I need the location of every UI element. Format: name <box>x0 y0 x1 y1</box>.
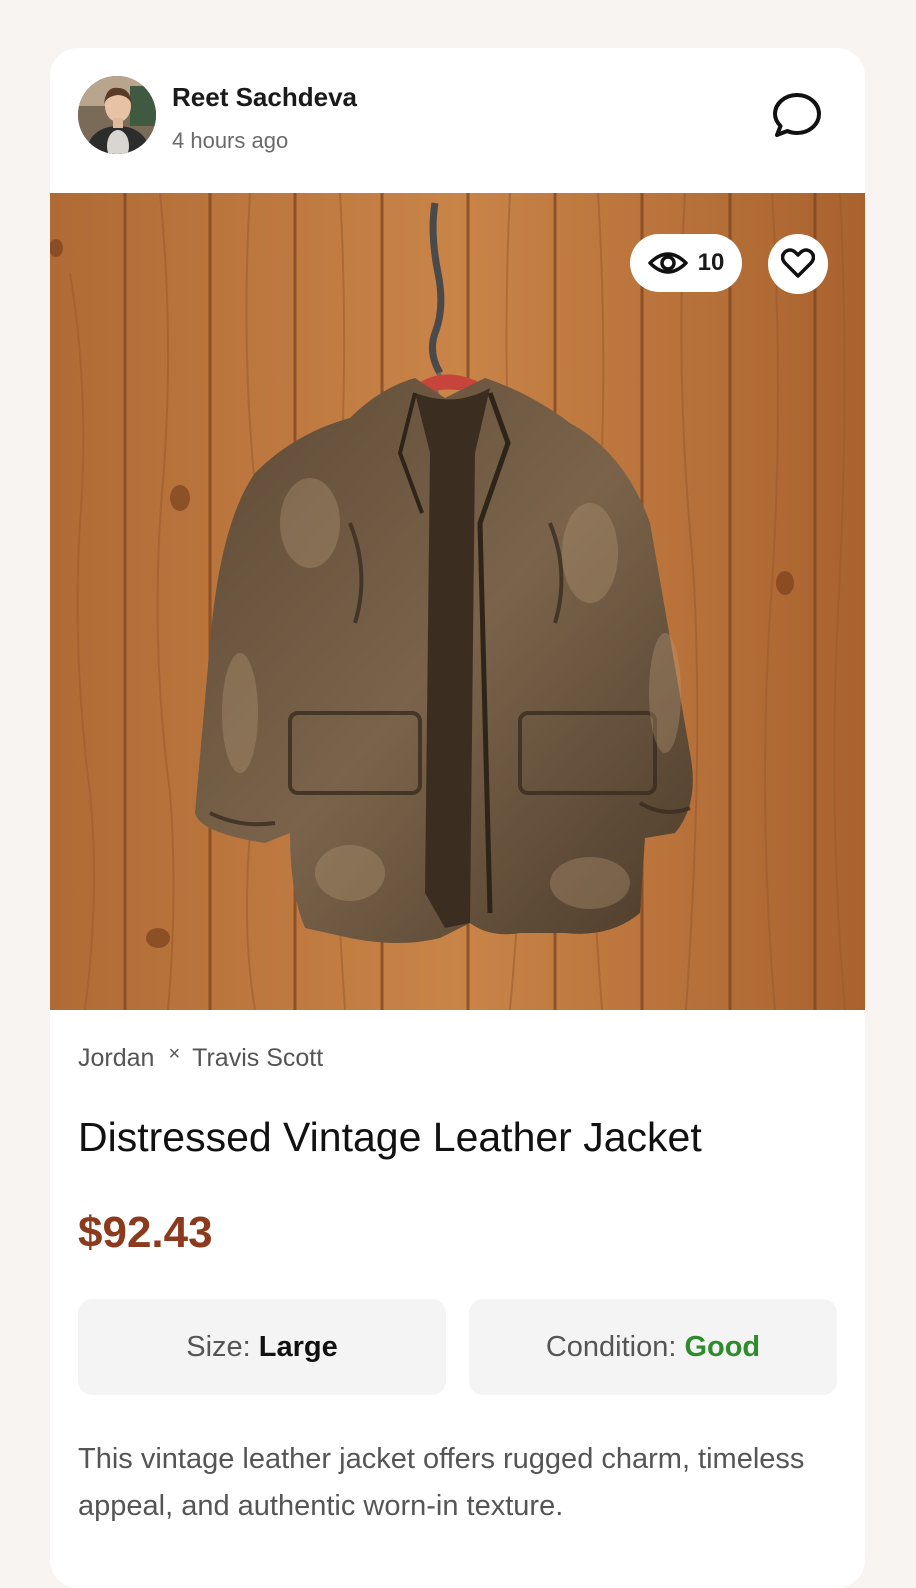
condition-label: Condition: <box>545 1330 677 1363</box>
views-badge: 10 <box>630 234 742 292</box>
size-value: Large <box>258 1330 338 1363</box>
product-price: $92.43 <box>78 1208 213 1257</box>
brand-separator: × <box>168 1043 181 1065</box>
views-count: 10 <box>697 249 725 276</box>
heart-icon <box>781 248 815 278</box>
user-name[interactable]: Reet Sachdeva <box>172 82 357 113</box>
brand-name[interactable]: Jordan <box>78 1044 154 1073</box>
avatar[interactable] <box>78 76 156 154</box>
condition-chip: Condition: Good <box>469 1299 837 1395</box>
product-photo[interactable]: 10 <box>50 193 865 1010</box>
chat-bubble-icon <box>773 93 821 137</box>
listing-card: Reet Sachdeva 4 hours ago 10 Jordan × Tr… <box>50 48 865 1588</box>
size-chip: Size: Large <box>78 1299 446 1395</box>
chat-button[interactable] <box>766 84 828 146</box>
product-description: This vintage leather jacket offers rugge… <box>78 1443 805 1522</box>
like-button[interactable] <box>768 234 828 294</box>
eye-icon <box>647 252 688 274</box>
brand-name[interactable]: Travis Scott <box>192 1044 323 1073</box>
size-label: Size: <box>186 1330 251 1363</box>
brand-collab: Jordan × Travis Scott <box>78 1043 323 1073</box>
post-header: Reet Sachdeva 4 hours ago <box>50 48 865 193</box>
condition-value: Good <box>684 1330 761 1363</box>
product-title: Distressed Vintage Leather Jacket <box>78 1114 702 1160</box>
post-timestamp: 4 hours ago <box>172 128 289 153</box>
